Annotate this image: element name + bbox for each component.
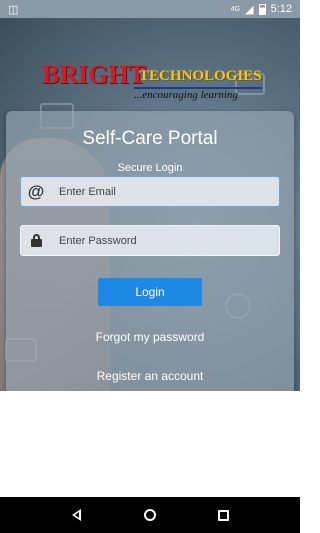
background-image: BRIGHT TECHNOLOGIES ...encouraging learn…	[0, 18, 300, 391]
password-input[interactable]	[51, 226, 279, 255]
login-screen: ◫ 4G ◢ 5:12 BRIGHT TECHNOLOGIES ...encou…	[0, 0, 300, 533]
status-bar: ◫ 4G ◢ 5:12	[0, 0, 300, 18]
recents-button[interactable]	[211, 503, 235, 527]
home-button[interactable]	[138, 503, 162, 527]
recents-icon	[217, 509, 229, 521]
notification-icon: ◫	[8, 3, 19, 16]
signal-icon: ◢	[245, 3, 254, 16]
navigation-bar	[0, 497, 300, 533]
at-sign-icon: @	[27, 181, 45, 201]
login-card: Self-Care Portal Secure Login @ Login Fo…	[6, 111, 294, 391]
clock: 5:12	[270, 3, 292, 15]
page-title: Self-Care Portal	[82, 128, 218, 149]
forgot-password-link[interactable]: Forgot my password	[6, 330, 294, 344]
login-button[interactable]: Login	[98, 278, 202, 306]
logo-brand-secondary: TECHNOLOGIES	[139, 68, 262, 84]
email-input[interactable]	[51, 177, 279, 206]
network-type: 4G	[230, 5, 241, 13]
back-icon	[72, 509, 82, 521]
logo-tagline: ...encouraging learning	[134, 89, 238, 101]
home-icon	[143, 509, 156, 521]
email-field[interactable]: @	[20, 176, 280, 207]
brand-logo: BRIGHT TECHNOLOGIES ...encouraging learn…	[42, 60, 262, 104]
lock-icon	[21, 226, 51, 255]
status-icons: 4G ◢ 5:12	[231, 3, 292, 16]
logo-brand: BRIGHT	[42, 60, 147, 89]
register-link[interactable]: Register an account	[6, 369, 294, 383]
battery-icon	[258, 3, 266, 15]
secure-login-label: Secure Login	[117, 162, 183, 174]
password-field[interactable]	[20, 225, 280, 256]
back-button[interactable]	[65, 503, 89, 527]
